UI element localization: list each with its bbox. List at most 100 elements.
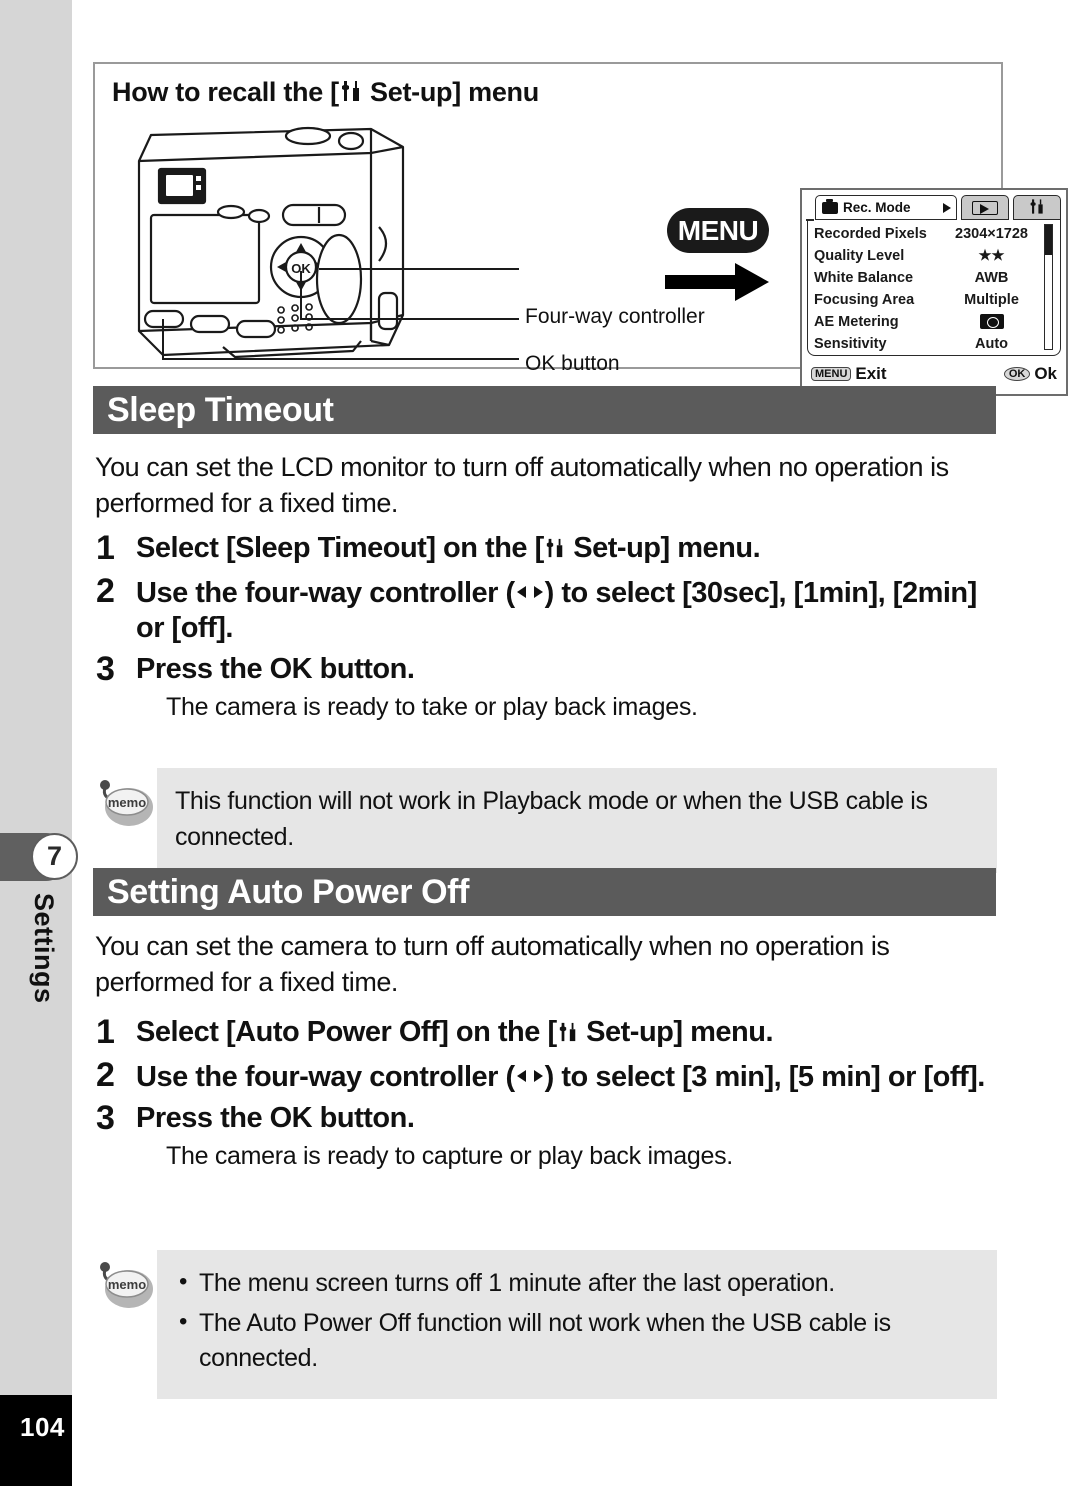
section-intro-auto-power-off: You can set the camera to turn off autom… [95, 931, 890, 997]
step-item: 1 Select [Sleep Timeout] on the [ Set-up… [88, 528, 1008, 568]
memo-bullet-list: The menu screen turns off 1 minute after… [175, 1265, 979, 1377]
ok-button-pill: OK [1003, 367, 1031, 381]
chapter-label: Settings [29, 893, 59, 1004]
tab-rec-mode-label: Rec. Mode [843, 200, 911, 215]
menu-key: White Balance [814, 270, 914, 286]
step-description: The camera is ready to capture or play b… [166, 1142, 733, 1171]
figure-title: How to recall the [ Set-up] menu [112, 77, 539, 110]
figure-box: How to recall the [ Set-up] menu OK Four… [93, 62, 1068, 420]
arrow-left-icon [515, 574, 530, 609]
callout-ok-button: OK button [525, 352, 620, 375]
page-number: 104 [20, 1412, 65, 1442]
menu-value: Multiple [964, 292, 1019, 308]
menu-key: AE Metering [814, 314, 899, 330]
step-text: Select [Auto Power Off] on the [ Set-up]… [136, 1012, 774, 1052]
step-text-b: ) to select [3 min], [5 min] or [off]. [544, 1061, 986, 1094]
step-text: Press the OK button. [136, 1102, 415, 1135]
step-item: 3 Press the OK button. [88, 649, 1008, 689]
step-text-b: Set-up] menu. [565, 532, 761, 564]
figure-title-before: How to recall the [ [112, 77, 339, 107]
figure-title-after: Set-up] menu [362, 77, 539, 107]
step-item: 3 Press the OK button. [88, 1098, 1008, 1138]
section-heading-auto-power-off: Setting Auto Power Off [93, 868, 996, 916]
ae-metering-icon [979, 314, 1004, 329]
menu-button-pill: MENU [811, 367, 852, 381]
chapter-number: 7 [31, 833, 78, 880]
arrow-right-icon [530, 574, 545, 609]
lcd-exit-action[interactable]: MENU Exit [811, 364, 887, 384]
lcd-ok-label: Ok [1034, 364, 1057, 383]
step-item: 1 Select [Auto Power Off] on the [ Set-u… [88, 1012, 1008, 1052]
arrow-left-icon [515, 1058, 530, 1093]
arrow-right-icon [530, 1058, 545, 1093]
menu-row-ae-metering[interactable]: AE Metering [814, 311, 1054, 333]
memo-text: This function will not work in Playback … [175, 787, 928, 851]
step-text: Use the four-way controller () to select… [136, 571, 1008, 646]
step-number: 1 [96, 529, 115, 567]
camera-back-illustration: OK [103, 119, 523, 369]
scrollbar-thumb[interactable] [1045, 225, 1052, 255]
step-text-a: Select [Sleep Timeout] on the [ [136, 532, 544, 564]
lcd-tab-strip: Rec. Mode [807, 195, 1061, 220]
lcd-exit-label: Exit [855, 364, 887, 383]
camera-icon [822, 198, 838, 214]
menu-badge: MENU [667, 208, 769, 253]
menu-value: 2304×1728 [955, 226, 1028, 242]
memo-bullet: The Auto Power Off function will not wor… [175, 1305, 979, 1377]
tab-setup[interactable] [1013, 195, 1061, 220]
step-text-a: Select [Auto Power Off] on the [ [136, 1016, 557, 1048]
step-text-a: Use the four-way controller ( [136, 1061, 515, 1094]
section-heading-sleep-timeout: Sleep Timeout [93, 386, 996, 434]
scrollbar[interactable] [1044, 224, 1053, 350]
lcd-menu-screen: Rec. Mode Recorded Pixels 2304×1728 Qual… [800, 188, 1068, 396]
step-text: Use the four-way controller ( ) to select… [136, 1055, 985, 1095]
step-text-b: Set-up] menu. [578, 1016, 774, 1048]
svg-text:memo: memo [108, 795, 146, 810]
tab-playback[interactable] [961, 195, 1009, 220]
svg-text:memo: memo [108, 1277, 146, 1292]
tools-icon [1029, 198, 1045, 218]
menu-row-white-balance[interactable]: White Balance AWB [814, 267, 1054, 289]
menu-key: Focusing Area [814, 292, 915, 308]
memo-bullet: The menu screen turns off 1 minute after… [175, 1265, 979, 1302]
step-text: Select [Sleep Timeout] on the [ Set-up] … [136, 528, 761, 568]
menu-row-sensitivity[interactable]: Sensitivity Auto [814, 333, 1054, 355]
callout-four-way-controller: Four-way controller [525, 305, 705, 328]
memo-box-auto-power-off: The menu screen turns off 1 minute after… [157, 1250, 997, 1399]
menu-key: Recorded Pixels [814, 226, 927, 242]
step-number: 2 [96, 1056, 115, 1095]
step-text: Press the OK button. [136, 652, 415, 685]
memo-icon: memo [93, 1258, 159, 1314]
step-number: 3 [96, 649, 115, 688]
steps-sleep-timeout: 1 Select [Sleep Timeout] on the [ Set-up… [88, 528, 1008, 722]
step-item: 2 Use the four-way controller () to sele… [88, 571, 1008, 646]
lcd-footer: MENU Exit OK Ok [807, 364, 1061, 384]
playback-icon [972, 200, 998, 215]
step-item: 2 Use the four-way controller ( ) to sele… [88, 1055, 1008, 1095]
step-description: The camera is ready to take or play back… [166, 692, 698, 721]
lcd-ok-action[interactable]: OK Ok [1003, 364, 1057, 384]
menu-value-stars: ★★ [978, 248, 1005, 264]
menu-row-recorded-pixels[interactable]: Recorded Pixels 2304×1728 [814, 223, 1054, 245]
menu-key: Sensitivity [814, 336, 887, 352]
step-number: 1 [96, 1013, 115, 1051]
step-number: 3 [96, 1099, 115, 1138]
step-number: 2 [96, 572, 115, 611]
chevron-right-icon [943, 202, 951, 213]
manual-page: 7 Settings 104 How to recall the [ Set-u… [0, 0, 1080, 1486]
menu-row-focusing-area[interactable]: Focusing Area Multiple [814, 289, 1054, 311]
tab-rec-mode[interactable]: Rec. Mode [815, 195, 957, 220]
memo-icon: memo [93, 776, 159, 832]
menu-value: AWB [974, 270, 1009, 286]
section-intro-sleep-timeout: You can set the LCD monitor to turn off … [95, 452, 949, 518]
chapter-sidebar [0, 0, 72, 1400]
tools-icon [545, 533, 565, 568]
step-text-a: Use the four-way controller ( [136, 577, 515, 610]
menu-row-quality-level[interactable]: Quality Level ★★ [814, 245, 1054, 267]
tools-icon [340, 79, 362, 110]
right-arrow-icon [665, 261, 771, 308]
steps-auto-power-off: 1 Select [Auto Power Off] on the [ Set-u… [88, 1012, 1008, 1171]
menu-value: Auto [974, 336, 1008, 352]
tools-icon [558, 1017, 578, 1052]
menu-key: Quality Level [814, 248, 905, 264]
